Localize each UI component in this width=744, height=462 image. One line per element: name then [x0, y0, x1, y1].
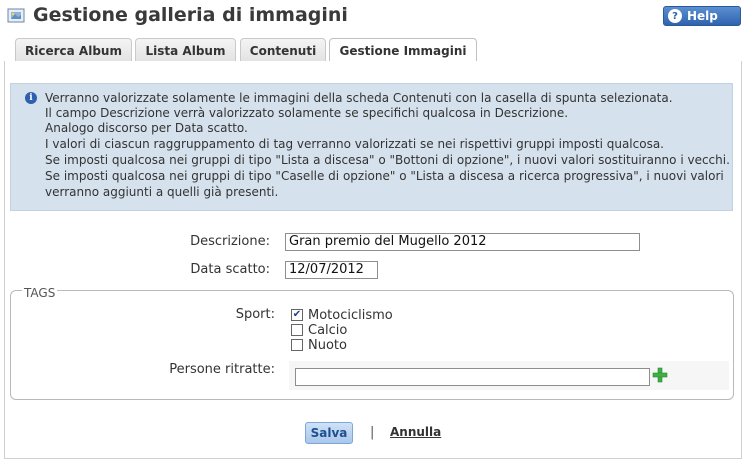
info-line: Verranno valorizzate solamente le immagi…	[45, 91, 673, 105]
question-icon: ?	[668, 9, 682, 23]
calcio-checkbox[interactable]	[291, 324, 303, 336]
add-icon[interactable]	[652, 367, 668, 383]
nuoto-checkbox[interactable]	[291, 339, 303, 351]
page-title: Gestione galleria di immagini	[33, 4, 348, 26]
descrizione-input[interactable]: Gran premio del Mugello 2012	[285, 233, 640, 251]
info-line: Se imposti qualcosa nei gruppi di tipo "…	[45, 153, 730, 167]
descrizione-label: Descrizione:	[190, 234, 270, 249]
cancel-link[interactable]: Annulla	[390, 425, 441, 439]
info-line: I valori di ciascun raggruppamento di ta…	[45, 137, 664, 151]
info-line: Analogo discorso per Data scatto.	[45, 121, 248, 135]
tab-contenuti[interactable]: Contenuti	[240, 38, 326, 62]
nuoto-label: Nuoto	[308, 337, 347, 353]
tab-lista-album[interactable]: Lista Album	[135, 38, 236, 62]
motociclismo-label: Motociclismo	[308, 307, 393, 323]
data-scatto-input[interactable]: 12/07/2012	[285, 261, 378, 279]
data-scatto-label: Data scatto:	[190, 262, 270, 277]
tab-ricerca-album[interactable]: Ricerca Album	[15, 38, 132, 62]
motociclismo-checkbox[interactable]: ✔	[291, 309, 303, 321]
gallery-app-icon	[7, 8, 25, 23]
tab-gestione-immagini[interactable]: Gestione Immagini	[329, 38, 477, 63]
sport-option-nuoto[interactable]: Nuoto	[291, 337, 347, 353]
sport-option-motociclismo[interactable]: ✔ Motociclismo	[291, 307, 393, 323]
tab-bar: Ricerca Album Lista Album Contenuti Gest…	[0, 38, 744, 63]
info-icon: i	[25, 92, 37, 104]
calcio-label: Calcio	[308, 322, 348, 338]
action-separator: |	[370, 425, 375, 440]
info-line: Se imposti qualcosa nei gruppi di tipo "…	[45, 169, 724, 183]
sport-option-calcio[interactable]: Calcio	[291, 322, 348, 338]
persone-ritratte-label: Persone ritratte:	[169, 362, 275, 377]
sport-label: Sport:	[235, 307, 275, 322]
tags-legend: TAGS	[22, 286, 58, 300]
persone-ritratte-input[interactable]	[295, 368, 650, 386]
help-button-label: Help	[687, 9, 718, 23]
save-button[interactable]: Salva	[305, 422, 353, 444]
info-line: Il campo Descrizione verrà valorizzato s…	[45, 106, 569, 120]
help-button[interactable]: ? Help	[663, 6, 741, 26]
info-line: verranno aggiunti a quelli già presenti.	[45, 185, 279, 199]
page-header: Gestione galleria di immagini ? Help	[0, 0, 744, 34]
